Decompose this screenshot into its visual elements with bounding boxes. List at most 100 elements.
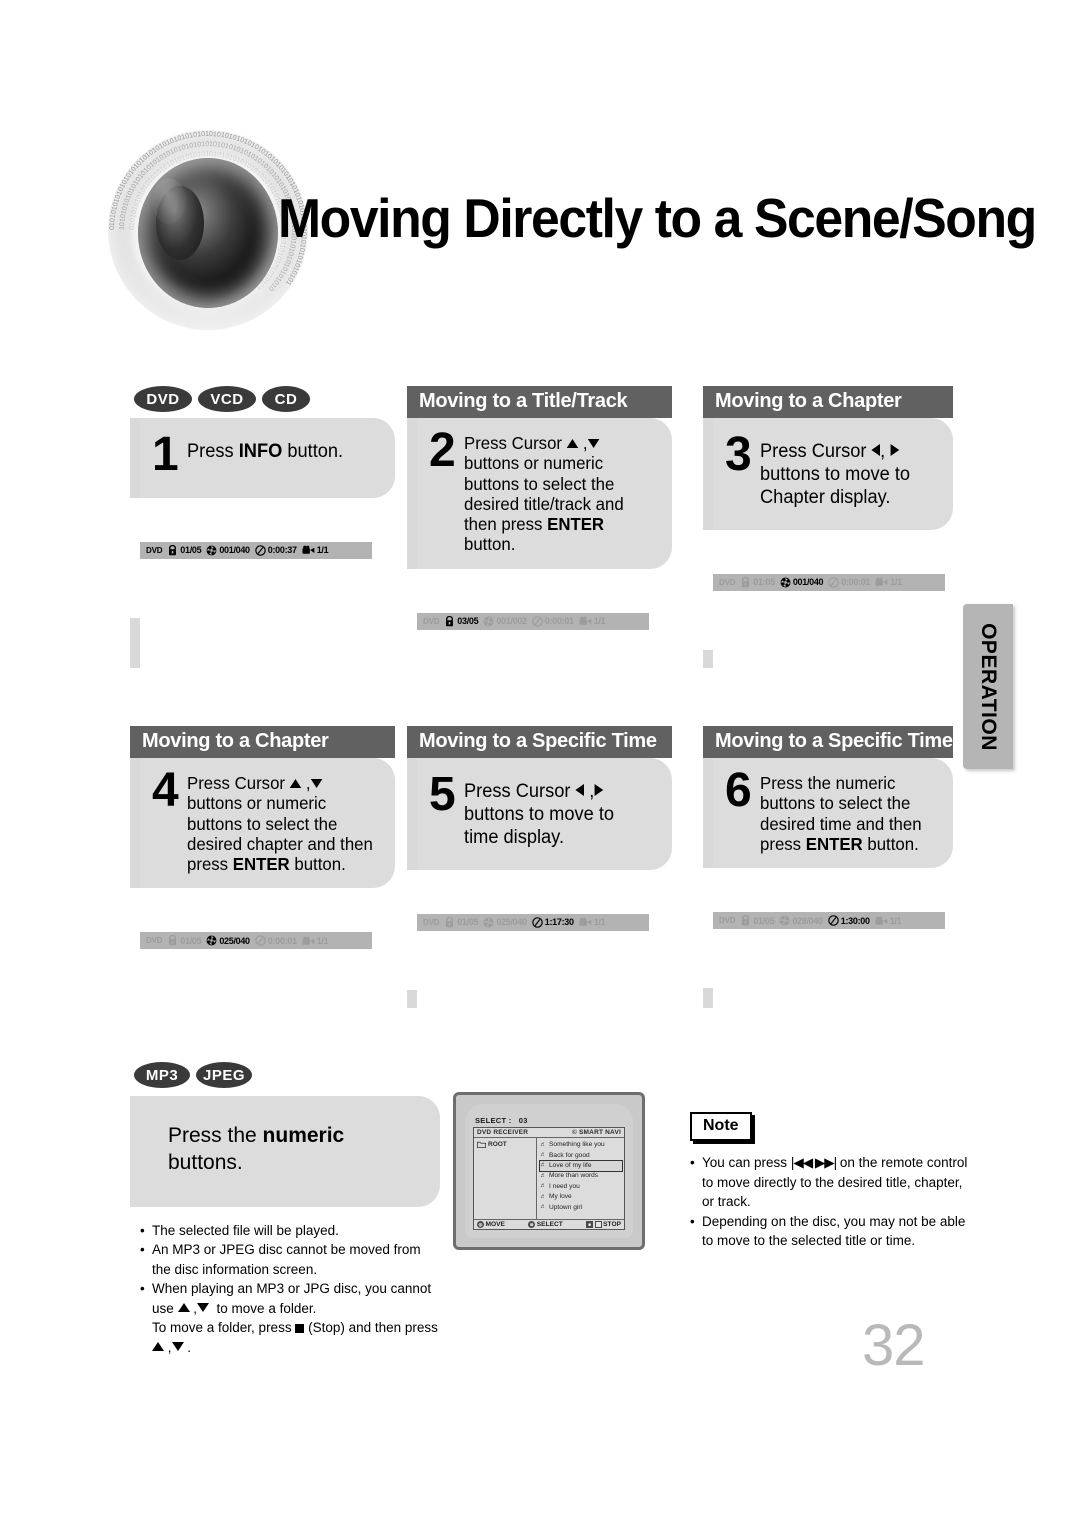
osd-file-label: I need you [549, 1182, 580, 1190]
step-number-2: 2 [429, 424, 456, 477]
step-bubble-3: 3 Press Cursor , buttons to move to Chapt… [713, 418, 953, 530]
note-label: Note [690, 1112, 752, 1141]
osd-file-item[interactable]: ♬ Back for good [540, 1150, 622, 1160]
osd-segment-angle: 1/1 [875, 916, 902, 926]
osd-angle-value: 1/1 [316, 935, 329, 946]
osd-time-value: 1:17:30 [544, 917, 574, 928]
osd-segment-title: 01/05 [167, 544, 202, 556]
osd-segment-title: 03/05 [444, 615, 479, 627]
osd-status-bar-4: DVD 01/05 025/040 0:00:01 1/1 [140, 932, 372, 950]
osd-file-item[interactable]: ♬ More than words [540, 1171, 622, 1181]
note-section: Note • You can press |◀◀ ▶▶| on the remot… [690, 1112, 970, 1251]
osd-disc-label: DVD [146, 545, 163, 555]
osd-file-item[interactable]: ♬ Something like you [540, 1140, 622, 1150]
music-note-icon: ♬ [540, 1193, 546, 1200]
osd-file-column: ♬ Something like you ♬ Back for good ♬ Love o… [537, 1138, 624, 1219]
list-item: • When playing an MP3 or JPG disc, you ca… [140, 1279, 440, 1357]
osd-angle-value: 1/1 [593, 917, 606, 928]
osd-file-label: Love of my life [549, 1162, 592, 1170]
osd-segment-time: 1:17:30 [531, 916, 574, 928]
osd-chapter-value: 001/002 [496, 616, 527, 627]
osd-footer-label: MOVE [485, 1221, 505, 1228]
osd-segment-chapter: 025/040 [206, 935, 250, 946]
osd-file-item[interactable]: ♬ My love [540, 1192, 622, 1202]
osd-time-value: 0:00:37 [267, 545, 297, 556]
step-number-6: 6 [725, 764, 752, 817]
osd-folder-column: ROOT [474, 1138, 537, 1219]
osd-footer-keys: ◎ MOVE ⊜ SELECT ■ STOP [474, 1219, 624, 1229]
step-column-3: Moving to a Chapter 3 Press Cursor , butto… [703, 386, 953, 668]
osd-file-label: Something like you [549, 1141, 605, 1149]
list-item: • An MP3 or JPEG disc cannot be moved fro… [140, 1240, 440, 1279]
title-icon [444, 615, 455, 627]
step-text-1: Press INFO button. [186, 441, 343, 462]
music-note-icon: ♬ [540, 1204, 546, 1210]
osd-file-label: My love [549, 1193, 572, 1201]
disc-badge-jpeg: JPEG [196, 1062, 252, 1088]
osd-footer-label: SELECT [536, 1221, 563, 1228]
osd-title-right: © SMART NAVI [572, 1129, 621, 1136]
bullet-icon: • [690, 1213, 695, 1229]
step-text-5: Press Cursor , buttons to move to time d… [463, 781, 614, 849]
angle-icon [579, 616, 592, 626]
step-bubble-1: 1 Press INFO button. [140, 418, 395, 498]
osd-disc-label: DVD [423, 917, 440, 927]
angle-icon [302, 936, 315, 946]
osd-segment-chapter: 001/040 [780, 577, 824, 588]
stop-outline-icon [594, 1221, 602, 1228]
osd-segment-chapter: 001/002 [483, 616, 527, 627]
osd-file-item[interactable]: ♬ Love of my life [539, 1159, 623, 1173]
osd-time-value: 0:00:01 [544, 616, 574, 627]
osd-preview-6: DVD 01/05 028/040 1:30:00 1/1 [703, 868, 953, 989]
osd-angle-value: 1/1 [316, 545, 329, 556]
osd-file-browser: DVD RECEIVER © SMART NAVI ROOT ♬ Somethin… [473, 1127, 625, 1230]
section-header-2: Moving to a Title/Track [407, 386, 672, 418]
osd-time-value: 1:30:00 [840, 915, 870, 926]
music-note-icon: ♬ [540, 1152, 546, 1159]
step-number-5: 5 [429, 768, 456, 821]
osd-segment-angle: 1/1 [875, 577, 902, 587]
osd-segment-title: 01/05 [167, 935, 202, 946]
osd-time-value: 0:00:01 [841, 577, 871, 588]
step-number-1: 1 [152, 428, 179, 481]
disc-type-badges-bottom: MP3 JPEG [134, 1062, 252, 1088]
osd-chapter-value: 028/040 [792, 915, 823, 926]
bullet-text: Depending on the disc, you may not be ab… [702, 1213, 966, 1249]
osd-file-label: More than words [549, 1172, 599, 1180]
folder-icon [477, 1141, 486, 1148]
mp3-bullet-list: • The selected file will be played. • An MP… [140, 1221, 440, 1358]
osd-disc-label: DVD [719, 577, 736, 587]
section-header-6: Moving to a Specific Time [703, 726, 953, 758]
osd-file-item[interactable]: ♬ Uptown girl [540, 1202, 622, 1212]
osd-root-folder-item[interactable]: ROOT [477, 1141, 534, 1148]
osd-segment-title: 01/05 [444, 916, 479, 928]
osd-segment-angle: 1/1 [302, 545, 329, 555]
step-column-2: Moving to a Title/Track 2 Press Cursor , b… [407, 386, 672, 689]
osd-chapter-value: 025/040 [496, 917, 527, 928]
osd-select-line: SELECT : 03 [475, 1116, 625, 1125]
osd-file-label: Uptown girl [549, 1203, 582, 1211]
osd-segment-chapter: 001/040 [206, 545, 250, 556]
osd-angle-value: 1/1 [593, 616, 606, 627]
page-title: Moving Directly to a Scene/Song [278, 187, 1037, 249]
osd-segment-angle: 1/1 [579, 616, 606, 626]
key-icon: ◎ [477, 1221, 484, 1228]
bullet-icon: • [690, 1155, 695, 1170]
osd-file-label: Back for good [549, 1151, 590, 1159]
osd-segment-time: 1:30:00 [827, 915, 870, 926]
mp3-notes-body: • The selected file will be played. • An MP… [130, 1206, 440, 1358]
osd-preview-3: DVD 01:05 001/040 0:00:01 1/1 [703, 529, 953, 650]
osd-disc-label: DVD [719, 916, 736, 926]
title-icon [740, 576, 751, 588]
chapter-icon [483, 616, 494, 627]
angle-icon [579, 917, 592, 927]
bullet-icon: • [140, 1222, 145, 1238]
mp3-step-bubble: Press the numeric buttons. [130, 1096, 440, 1207]
tv-screen-inner: SELECT : 03 DVD RECEIVER © SMART NAVI RO… [465, 1104, 633, 1238]
osd-angle-value: 1/1 [890, 577, 902, 588]
mp3-jpeg-section: Press the numeric buttons. • The selected … [130, 1096, 440, 1358]
osd-columns: ROOT ♬ Something like you ♬ Back for good ♬ L… [474, 1138, 624, 1219]
osd-file-item[interactable]: ♬ I need you [540, 1182, 622, 1192]
time-icon [828, 576, 840, 588]
chapter-icon [206, 935, 217, 946]
